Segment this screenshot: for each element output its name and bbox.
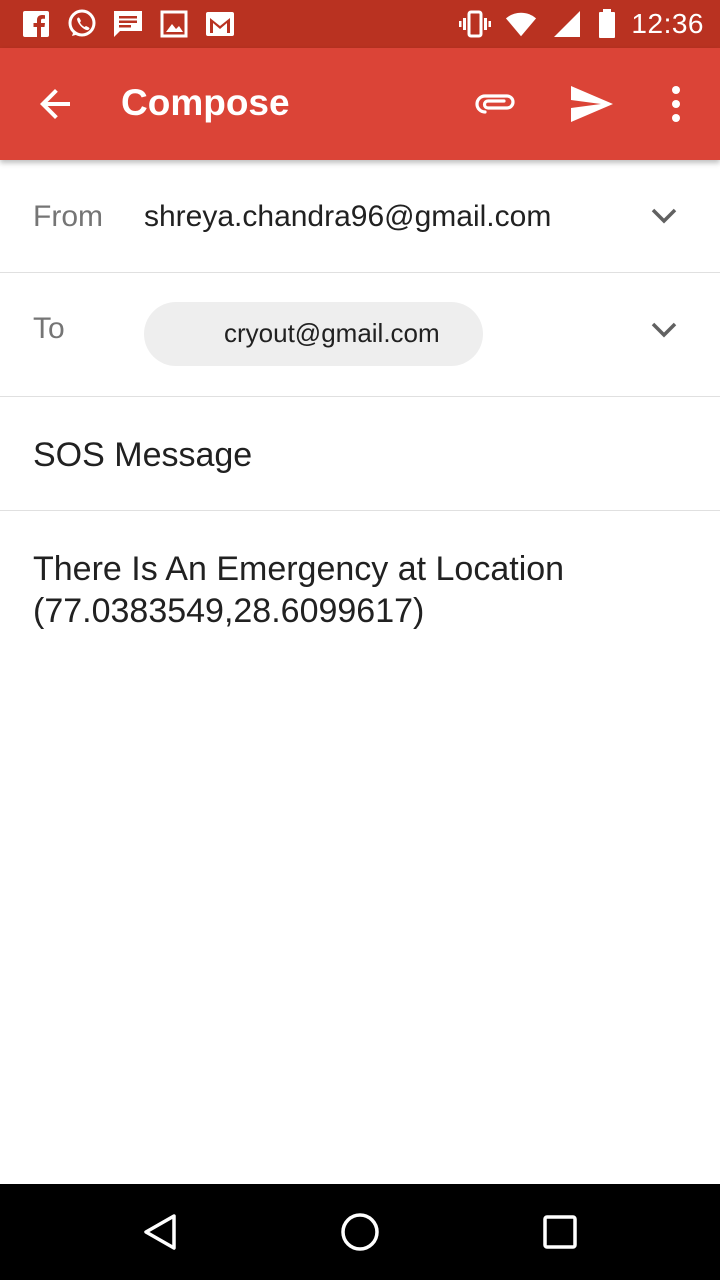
attach-icon <box>475 94 515 114</box>
nav-home-button[interactable] <box>328 1200 392 1264</box>
send-button[interactable] <box>560 72 624 136</box>
facebook-icon <box>20 8 52 40</box>
circle-home-icon <box>341 1213 379 1251</box>
clock: 12:36 <box>631 8 704 39</box>
square-recents-icon <box>543 1215 577 1249</box>
app-bar: Compose <box>0 48 720 160</box>
from-dropdown-button[interactable] <box>644 196 684 236</box>
arrow-back-icon <box>40 89 70 119</box>
message-body[interactable]: There Is An Emergency at Location (77.03… <box>33 548 693 632</box>
from-account[interactable]: shreya.chandra96@gmail.com <box>144 200 551 234</box>
message-icon <box>112 8 144 40</box>
signal-icon <box>551 8 583 40</box>
to-label: To <box>33 312 65 345</box>
more-options-button[interactable] <box>644 72 708 136</box>
chevron-down-icon <box>651 322 677 338</box>
chevron-down-icon <box>651 208 677 224</box>
status-bar: 12:36 <box>0 0 720 48</box>
send-icon <box>571 86 613 122</box>
system-status-icons: 12:36 <box>459 6 704 42</box>
more-vert-icon <box>672 86 680 122</box>
wifi-icon <box>505 8 537 40</box>
from-label: From <box>33 200 103 233</box>
gmail-icon <box>204 8 236 40</box>
page-title: Compose <box>121 82 290 123</box>
triangle-back-icon <box>144 1214 176 1250</box>
to-dropdown-button[interactable] <box>644 310 684 350</box>
nav-recents-button[interactable] <box>528 1200 592 1264</box>
navigation-bar <box>0 1184 720 1280</box>
notification-icons <box>20 8 236 40</box>
recipient-chip[interactable]: cryout@gmail.com <box>144 302 483 366</box>
image-icon <box>158 8 190 40</box>
subject-row[interactable]: SOS Message <box>0 396 720 511</box>
recipient-email: cryout@gmail.com <box>224 318 440 348</box>
vibrate-icon <box>459 8 492 40</box>
whatsapp-icon <box>66 8 98 40</box>
from-row: From shreya.chandra96@gmail.com <box>0 160 720 273</box>
subject-field[interactable]: SOS Message <box>33 436 252 475</box>
attach-button[interactable] <box>464 72 528 136</box>
nav-back-button[interactable] <box>128 1200 192 1264</box>
back-button[interactable] <box>24 72 88 136</box>
battery-icon <box>597 8 617 40</box>
